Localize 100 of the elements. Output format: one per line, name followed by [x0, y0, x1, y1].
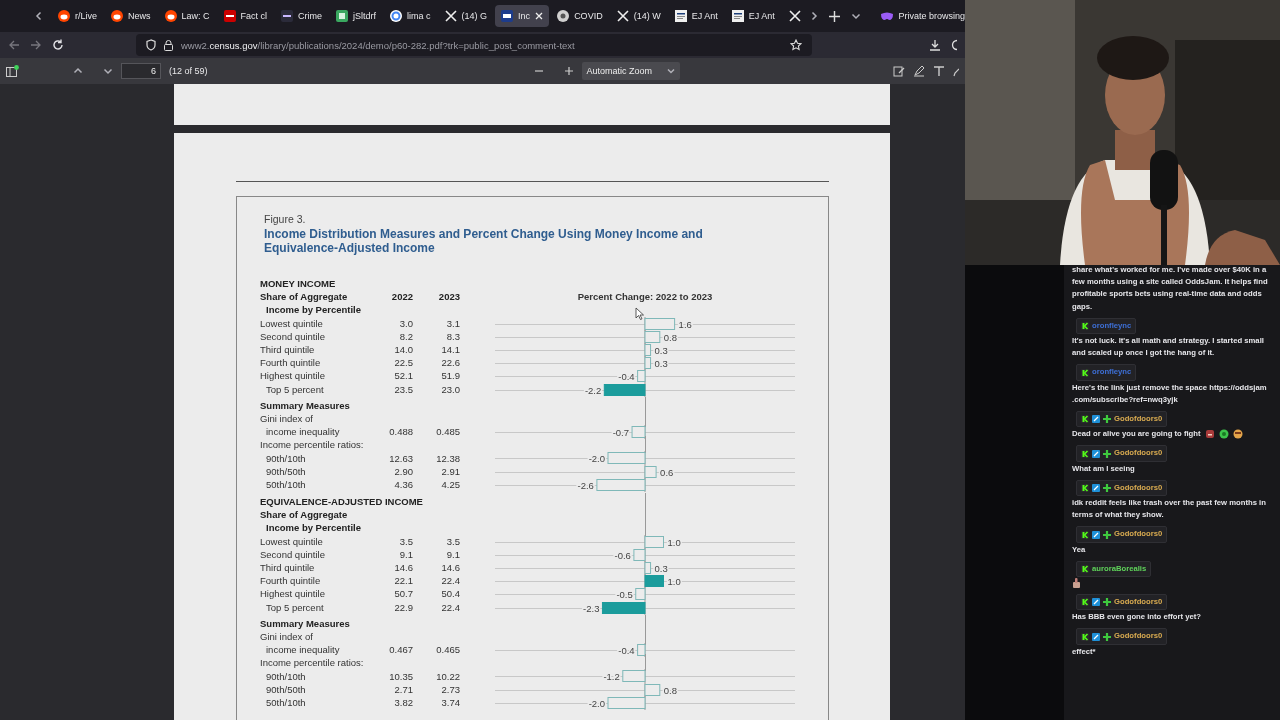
close-icon[interactable] — [535, 12, 544, 20]
reload-icon[interactable] — [52, 39, 64, 51]
row-label: 90th/10th — [265, 670, 307, 682]
browser-tab[interactable]: Crime — [275, 5, 329, 27]
browser-tab[interactable]: jSltdrf — [330, 5, 383, 27]
document-icon — [674, 10, 687, 22]
chart-title: Percent Change: 2022 to 2023 — [576, 291, 714, 303]
signature-icon[interactable] — [893, 65, 905, 77]
table-cell-text: 9.1 — [445, 548, 460, 560]
bar-value-label: 0.3 — [654, 344, 668, 356]
chevron-down-icon[interactable] — [851, 11, 862, 21]
row-label: Highest quintile — [260, 370, 326, 382]
bar-value-label: -2.0 — [588, 697, 605, 709]
app-logo-icon — [336, 10, 349, 22]
row-label: Second quintile — [260, 330, 326, 342]
bar-value-label: 0.3 — [654, 358, 668, 370]
row-label: Third quintile — [260, 562, 316, 574]
row-heading: EQUIVALENCE-ADJUSTED INCOME — [260, 496, 424, 508]
row-heading: Income by Percentile — [265, 522, 363, 534]
row-heading: Income percentile ratios: — [260, 439, 365, 451]
reddit-icon — [58, 10, 70, 22]
table-cell-text: 22.4 — [440, 601, 460, 613]
table-cell-text: 22.5 — [393, 357, 413, 369]
back-arrow-icon[interactable] — [8, 39, 20, 51]
page-count: (12 of 59) — [169, 66, 208, 76]
browser-tab[interactable]: Fact cl — [217, 5, 274, 27]
row-label: Top 5 percent — [265, 601, 325, 613]
badge-icon — [1081, 368, 1089, 377]
plus-badge-icon — [1103, 530, 1111, 539]
table-cell-text: 52.1 — [393, 370, 413, 382]
row-label: Lowest quintile — [260, 317, 324, 329]
badge-icon — [1081, 564, 1089, 573]
text-tool-icon[interactable] — [933, 65, 945, 77]
table-cell-text: 14.0 — [393, 344, 413, 356]
column-header: 2023 — [437, 291, 460, 303]
reddit-icon — [164, 10, 177, 22]
page-number-field[interactable]: 6 — [121, 63, 161, 79]
sidebar-toggle-icon[interactable] — [6, 65, 19, 77]
bar-value-label: 0.3 — [654, 562, 668, 574]
browser-tab[interactable]: Law: C — [158, 5, 216, 27]
previous-page-icon[interactable] — [73, 66, 83, 76]
badge-icon — [1081, 449, 1089, 458]
highlighter-icon[interactable] — [913, 65, 925, 77]
row-label: 90th/50th — [265, 465, 307, 477]
browser-tab[interactable]: Inc — [495, 5, 550, 27]
row-label: Second quintile — [260, 548, 326, 560]
extension-icon[interactable] — [951, 39, 957, 51]
chevron-left-icon[interactable] — [34, 11, 44, 21]
site-logo-icon — [281, 10, 294, 22]
bar-value-label: -0.4 — [618, 645, 635, 657]
table-cell-text: 14.1 — [440, 344, 460, 356]
browser-tab[interactable]: News — [105, 5, 157, 27]
browser-tab[interactable]: lima c — [384, 5, 437, 27]
table-cell-text: 50.4 — [440, 588, 460, 600]
plus-badge-icon — [1103, 449, 1111, 458]
mask-icon — [881, 11, 894, 21]
bar-value-label: -0.4 — [618, 371, 635, 383]
download-icon[interactable] — [929, 39, 941, 51]
disc-icon — [557, 10, 570, 22]
table-cell-text: 10.22 — [435, 670, 460, 682]
row-heading: Share of Aggregate — [260, 291, 349, 303]
row-label: Third quintile — [260, 344, 316, 356]
x-logo-icon — [616, 10, 629, 22]
row-label: Fourth quintile — [260, 575, 322, 587]
x-logo-icon — [444, 10, 457, 22]
browser-tab[interactable]: EJ Ant — [668, 5, 724, 27]
table-cell-text: 12.63 — [388, 452, 413, 464]
sword-badge-icon — [1092, 598, 1100, 607]
table-cell-text: 22.6 — [440, 357, 460, 369]
table-cell-text: 0.485 — [435, 426, 460, 438]
table-cell-text: 0.467 — [388, 644, 413, 656]
badge-icon — [1081, 530, 1089, 539]
zoom-in-icon[interactable] — [563, 66, 574, 76]
table-cell-text: 3.5 — [398, 535, 413, 547]
zoom-select[interactable]: Automatic Zoom — [581, 62, 680, 80]
plus-icon[interactable] — [829, 10, 841, 22]
bar-value-label: -2.0 — [588, 453, 605, 465]
sword-badge-icon — [1092, 530, 1100, 539]
forward-arrow-icon[interactable] — [30, 39, 42, 51]
browser-tab[interactable]: r/Live — [52, 5, 103, 27]
address-bar[interactable]: www2.census.gov/library/publications/2024/demo/p60-282.pdf?trk=public_post_comment-text — [136, 34, 812, 56]
row-label: 90th/10th — [265, 452, 307, 464]
browser-tab[interactable]: EJ Ant — [725, 5, 781, 27]
row-heading: Share of Aggregate — [260, 509, 349, 521]
table-cell-text: 4.25 — [440, 478, 460, 490]
table-cell-text: 14.6 — [440, 562, 460, 574]
row-label: Highest quintile — [260, 588, 326, 600]
star-icon[interactable] — [790, 39, 802, 51]
browser-tab[interactable]: COVID — [551, 5, 609, 27]
table-cell-text: 3.74 — [440, 696, 460, 708]
bar-value-label: -0.6 — [614, 549, 631, 561]
table-cell-text: 10.35 — [388, 670, 413, 682]
reddit-icon — [111, 10, 123, 22]
browser-tab[interactable]: (14) W — [610, 5, 667, 27]
row-heading: Gini index of — [260, 412, 314, 424]
next-page-icon[interactable] — [103, 66, 113, 76]
news-logo-icon — [223, 10, 236, 22]
badge-icon — [1081, 415, 1089, 424]
bar-value-label: 0.8 — [663, 684, 677, 696]
browser-tab[interactable]: (14) G — [438, 5, 494, 27]
